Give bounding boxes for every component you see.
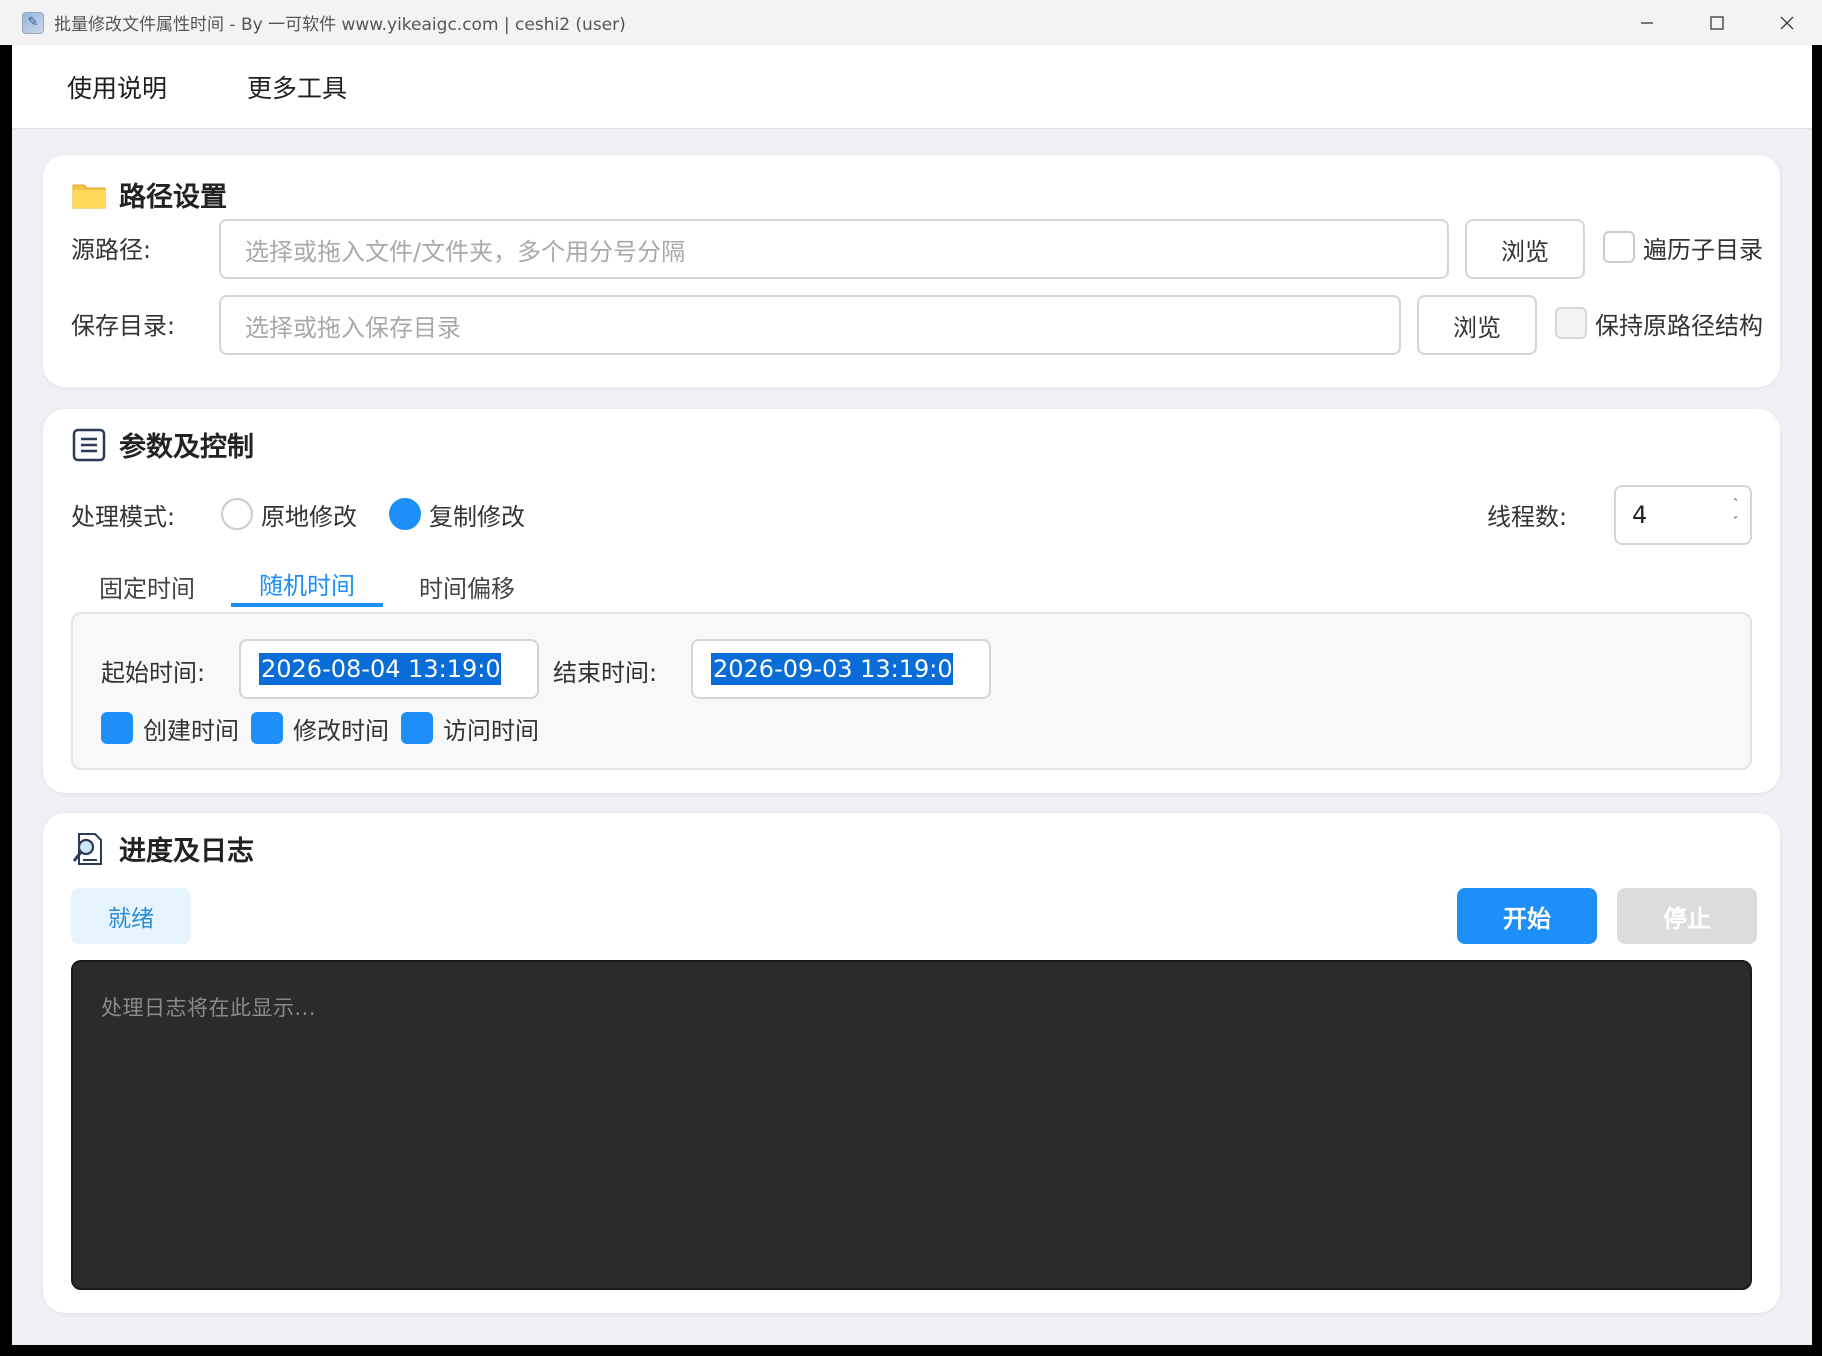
minimize-icon <box>1641 21 1653 24</box>
threads-spinbox[interactable]: 4 ˄ ˅ <box>1614 485 1752 545</box>
save-dir-placeholder: 选择或拖入保存目录 <box>245 313 461 342</box>
source-path-input[interactable]: 选择或拖入文件/文件夹，多个用分号分隔 <box>219 219 1449 279</box>
keep-structure-label: 保持原路径结构 <box>1595 312 1763 340</box>
save-dir-input[interactable]: 选择或拖入保存目录 <box>219 295 1401 355</box>
title-bar: ✎ 批量修改文件属性时间 - By 一可软件 www.yikeaigc.com … <box>0 0 1822 45</box>
maximize-icon <box>1710 15 1724 30</box>
threads-value: 4 <box>1632 501 1648 529</box>
start-time-label: 起始时间: <box>101 659 206 687</box>
progress-title: 进度及日志 <box>71 829 254 868</box>
log-placeholder: 处理日志将在此显示... <box>101 996 317 1020</box>
tab-time-offset[interactable]: 时间偏移 <box>419 569 515 604</box>
recurse-subdir-checkbox[interactable] <box>1603 231 1635 263</box>
create-time-checkbox[interactable] <box>101 712 133 744</box>
tab-fixed-time[interactable]: 固定时间 <box>99 569 195 604</box>
path-settings-card: 路径设置 源路径: 选择或拖入文件/文件夹，多个用分号分隔 浏览 遍历子目录 保… <box>43 155 1780 387</box>
menu-more-tools[interactable]: 更多工具 <box>167 69 347 105</box>
source-browse-button[interactable]: 浏览 <box>1465 219 1585 279</box>
log-textarea[interactable]: 处理日志将在此显示... <box>71 960 1752 1290</box>
end-time-value: 2026-09-03 13:19:0 <box>711 653 953 685</box>
menu-help[interactable]: 使用说明 <box>12 69 167 105</box>
params-card: 参数及控制 处理模式: 原地修改 复制修改 线程数: 4 ˄ ˅ 固定时间 随机… <box>43 409 1780 793</box>
progress-card: 进度及日志 就绪 开始 停止 处理日志将在此显示... <box>43 813 1780 1313</box>
end-time-label: 结束时间: <box>553 659 658 687</box>
params-title: 参数及控制 <box>71 425 254 464</box>
tab-random-time[interactable]: 随机时间 <box>259 566 355 601</box>
list-icon <box>71 427 107 463</box>
maximize-button[interactable] <box>1682 0 1752 45</box>
mode-copy-radio[interactable] <box>389 498 421 530</box>
access-time-label: 访问时间 <box>443 717 539 745</box>
keep-structure-checkbox[interactable] <box>1555 307 1587 339</box>
start-time-value: 2026-08-04 13:19:0 <box>259 653 501 685</box>
path-settings-title: 路径设置 <box>71 175 227 214</box>
active-tab-indicator <box>231 603 383 607</box>
menu-bar: 使用说明 更多工具 <box>12 45 1812 129</box>
recurse-subdir-label: 遍历子目录 <box>1643 236 1763 264</box>
spin-down-icon[interactable]: ˅ <box>1733 513 1738 531</box>
end-time-input[interactable]: 2026-09-03 13:19:0 <box>691 639 991 699</box>
modify-time-label: 修改时间 <box>293 717 389 745</box>
window-title: 批量修改文件属性时间 - By 一可软件 www.yikeaigc.com | … <box>54 15 626 35</box>
save-browse-button[interactable]: 浏览 <box>1417 295 1537 355</box>
create-time-label: 创建时间 <box>143 717 239 745</box>
threads-label: 线程数: <box>1487 503 1568 531</box>
save-dir-label: 保存目录: <box>71 312 176 340</box>
source-path-placeholder: 选择或拖入文件/文件夹，多个用分号分隔 <box>245 237 686 266</box>
path-settings-heading: 路径设置 <box>119 182 227 213</box>
search-document-icon <box>71 831 107 867</box>
start-time-input[interactable]: 2026-08-04 13:19:0 <box>239 639 539 699</box>
minimize-button[interactable] <box>1612 0 1682 45</box>
mode-copy-label: 复制修改 <box>429 503 525 531</box>
close-icon <box>1780 16 1794 29</box>
status-badge: 就绪 <box>71 888 191 944</box>
mode-inplace-radio[interactable] <box>221 498 253 530</box>
main-window: 使用说明 更多工具 路径设置 源路径: 选择或拖入文件/文件夹，多个用分号分隔 … <box>12 45 1812 1345</box>
access-time-checkbox[interactable] <box>401 712 433 744</box>
start-button[interactable]: 开始 <box>1457 888 1597 944</box>
source-path-label: 源路径: <box>71 236 152 264</box>
random-time-panel: 起始时间: 2026-08-04 13:19:0 结束时间: 2026-09-0… <box>71 612 1752 770</box>
modify-time-checkbox[interactable] <box>251 712 283 744</box>
window-controls <box>1612 0 1822 45</box>
stop-button[interactable]: 停止 <box>1617 888 1757 944</box>
spin-up-icon[interactable]: ˄ <box>1733 495 1738 513</box>
folder-icon <box>71 177 107 213</box>
mode-inplace-label: 原地修改 <box>261 503 357 531</box>
params-heading: 参数及控制 <box>119 432 254 463</box>
close-button[interactable] <box>1752 0 1822 45</box>
app-icon: ✎ <box>22 11 44 34</box>
spin-arrows[interactable]: ˄ ˅ <box>1733 495 1738 531</box>
progress-heading: 进度及日志 <box>119 836 254 867</box>
mode-label: 处理模式: <box>71 503 176 531</box>
